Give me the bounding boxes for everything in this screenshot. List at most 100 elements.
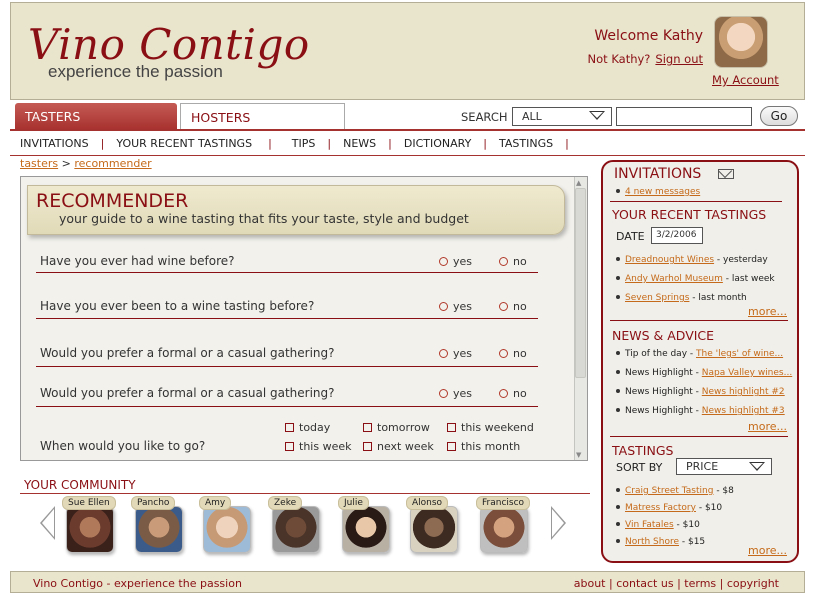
member-name: Alonso <box>406 496 449 510</box>
breadcrumb-recommender[interactable]: recommender <box>74 157 151 170</box>
date-field[interactable]: 3/2/2006 <box>651 227 703 244</box>
invitations-title[interactable]: INVITATIONS <box>614 166 701 182</box>
checkbox-today[interactable]: today <box>285 421 330 434</box>
list-item: North Shore - $15 <box>616 537 705 547</box>
community-member[interactable]: Sue Ellen <box>62 496 116 556</box>
checkbox-next-week[interactable]: next week <box>363 440 434 453</box>
radio-yes[interactable]: yes <box>439 387 472 400</box>
question-divider <box>36 318 538 319</box>
radio-no[interactable]: no <box>499 300 527 313</box>
sign-out-link[interactable]: Sign out <box>655 52 703 66</box>
member-photo[interactable] <box>66 506 114 553</box>
radio-no[interactable]: no <box>499 387 527 400</box>
tasting-link[interactable]: Dreadnought Wines <box>625 255 714 265</box>
community-member[interactable]: Alonso <box>406 496 460 556</box>
checkbox-label: next week <box>377 440 434 453</box>
user-avatar[interactable] <box>714 16 768 68</box>
radio-yes[interactable]: yes <box>439 255 472 268</box>
search-scope-select[interactable]: ALL <box>512 107 612 126</box>
radio-no[interactable]: no <box>499 255 527 268</box>
tasting-link[interactable]: Seven Springs <box>625 293 689 303</box>
community-member[interactable]: Julie <box>338 496 392 556</box>
news-link[interactable]: The 'legs' of wine... <box>696 349 783 359</box>
community-member[interactable]: Francisco <box>476 496 531 556</box>
community-member[interactable]: Zeke <box>268 496 322 556</box>
tasting-link[interactable]: Matress Factory <box>625 503 696 513</box>
tasting-link[interactable]: Vin Fatales <box>625 520 674 530</box>
scroll-up-icon[interactable]: ▲ <box>576 179 581 187</box>
subnav-tastings[interactable]: TASTINGS <box>499 137 553 150</box>
news-title[interactable]: NEWS & ADVICE <box>612 328 714 343</box>
search-input[interactable] <box>616 107 752 126</box>
news-link[interactable]: Napa Valley wines... <box>702 368 792 378</box>
tasting-link[interactable]: North Shore <box>625 537 679 547</box>
subnav-tips[interactable]: TIPS <box>292 137 316 150</box>
sidebar-divider <box>610 201 782 202</box>
member-name: Julie <box>338 496 369 510</box>
news-more-link[interactable]: more... <box>748 420 787 433</box>
community-divider <box>20 493 590 494</box>
news-link[interactable]: News highlight #2 <box>702 387 785 397</box>
checkbox-label: today <box>299 421 331 434</box>
envelope-icon[interactable] <box>718 169 734 179</box>
radio-circle-icon <box>499 389 508 398</box>
member-photo[interactable] <box>342 506 390 553</box>
scrollbar-thumb[interactable] <box>575 188 586 378</box>
messages-link[interactable]: 4 new messages <box>625 187 700 197</box>
question-text: Have you ever been to a wine tasting bef… <box>40 299 315 313</box>
member-photo[interactable] <box>203 506 251 553</box>
question-divider <box>36 406 538 407</box>
breadcrumb-tasters[interactable]: tasters <box>20 157 58 170</box>
recent-tastings-title[interactable]: YOUR RECENT TASTINGS <box>612 207 766 222</box>
subnav-recent-tastings[interactable]: YOUR RECENT TASTINGS <box>116 137 252 150</box>
checkbox-this-week[interactable]: this week <box>285 440 351 453</box>
checkbox-this-weekend[interactable]: this weekend <box>447 421 534 434</box>
go-button[interactable]: Go <box>760 106 798 126</box>
arrow-left-icon[interactable] <box>40 506 55 540</box>
checkbox-tomorrow[interactable]: tomorrow <box>363 421 430 434</box>
footer-contact-link[interactable]: contact us <box>616 577 673 590</box>
radio-circle-icon <box>439 302 448 311</box>
checkbox-this-month[interactable]: this month <box>447 440 520 453</box>
checkbox-label: tomorrow <box>377 421 430 434</box>
member-photo[interactable] <box>135 506 183 553</box>
invitations-messages[interactable]: 4 new messages <box>616 187 700 197</box>
radio-circle-icon <box>439 349 448 358</box>
tastings-title[interactable]: TASTINGS <box>612 443 673 458</box>
tab-hosters[interactable]: HOSTERS <box>180 103 345 129</box>
my-account-link[interactable]: My Account <box>712 73 779 87</box>
scroll-down-icon[interactable]: ▼ <box>576 451 581 459</box>
logo-tagline: experience the passion <box>48 62 223 81</box>
member-photo[interactable] <box>480 506 528 553</box>
footer-copyright-link[interactable]: copyright <box>727 577 779 590</box>
question-text: Would you prefer a formal or a casual ga… <box>40 346 335 360</box>
tasting-link[interactable]: Andy Warhol Museum <box>625 274 723 284</box>
radio-yes[interactable]: yes <box>439 300 472 313</box>
subnav-dictionary[interactable]: DICTIONARY <box>404 137 471 150</box>
community-member[interactable]: Pancho <box>131 496 185 556</box>
tastings-more-link[interactable]: more... <box>748 544 787 557</box>
radio-yes[interactable]: yes <box>439 347 472 360</box>
tab-tasters[interactable]: TASTERS <box>15 103 177 129</box>
search-label: SEARCH <box>461 110 508 124</box>
community-member[interactable]: Amy <box>199 496 253 556</box>
subnav-invitations[interactable]: INVITATIONS <box>20 137 89 150</box>
recent-more-link[interactable]: more... <box>748 305 787 318</box>
tabs-divider <box>10 129 805 131</box>
member-photo[interactable] <box>272 506 320 553</box>
not-user-label: Not Kathy? <box>587 52 651 66</box>
footer-about-link[interactable]: about <box>574 577 606 590</box>
arrow-right-icon[interactable] <box>551 506 566 540</box>
question-text: Have you ever had wine before? <box>40 254 235 268</box>
tasting-link[interactable]: Craig Street Tasting <box>625 486 713 496</box>
radio-no[interactable]: no <box>499 347 527 360</box>
radio-circle-icon <box>499 349 508 358</box>
member-name: Francisco <box>476 496 531 510</box>
member-photo[interactable] <box>410 506 458 553</box>
list-item: Craig Street Tasting - $8 <box>616 486 734 496</box>
news-link[interactable]: News highlight #3 <box>702 406 785 416</box>
footer-terms-link[interactable]: terms <box>684 577 716 590</box>
sort-select[interactable]: PRICE <box>676 458 772 475</box>
list-item: Matress Factory - $10 <box>616 503 722 513</box>
subnav-news[interactable]: NEWS <box>343 137 376 150</box>
